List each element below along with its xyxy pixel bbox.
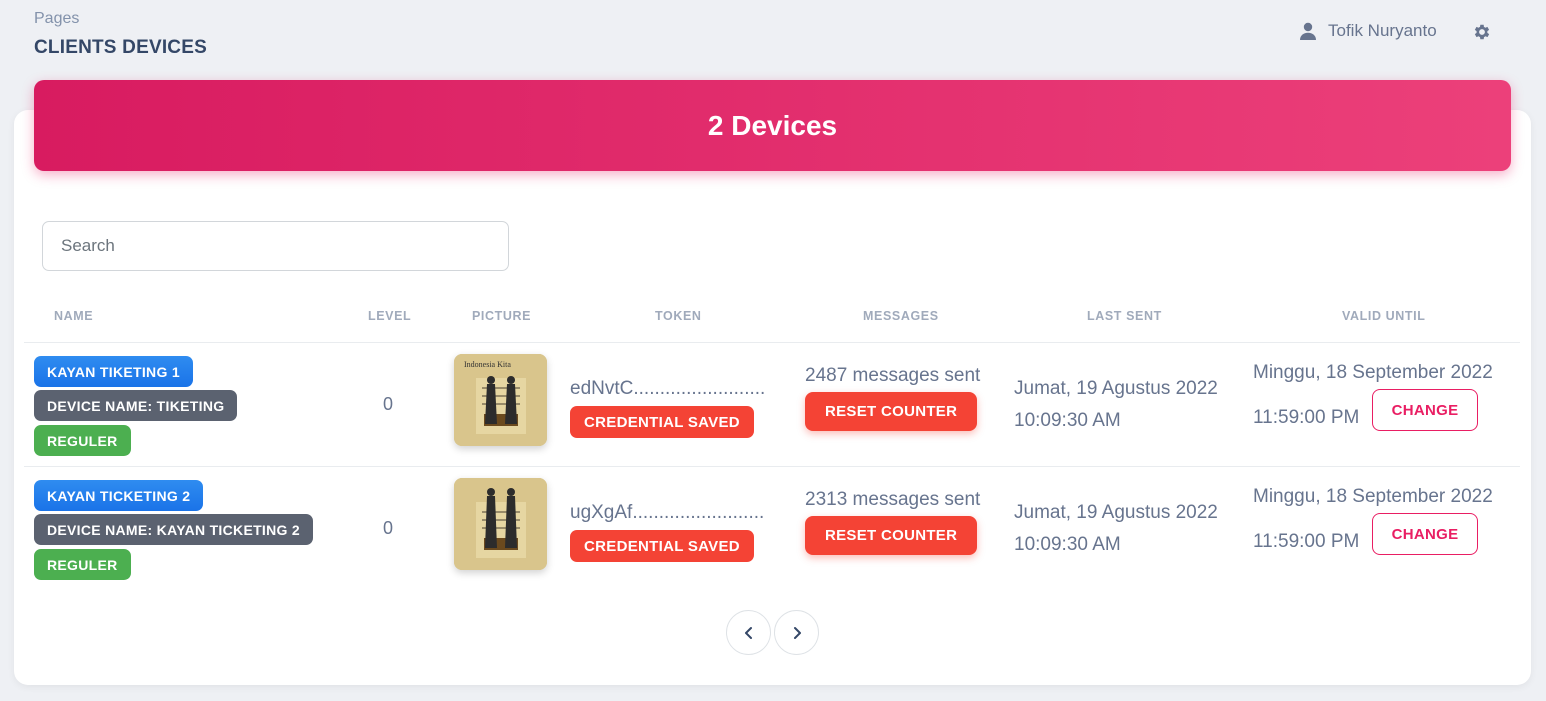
credential-badge: CREDENTIAL SAVED <box>570 530 754 562</box>
breadcrumb[interactable]: Pages <box>34 10 79 28</box>
change-button[interactable]: CHANGE <box>1372 513 1478 555</box>
device-level: 0 <box>382 518 393 538</box>
device-token: edNvtC......................... <box>570 378 766 399</box>
header-last-sent: LAST SENT <box>1087 309 1162 323</box>
header-token: TOKEN <box>655 309 702 323</box>
header-name: NAME <box>54 309 94 323</box>
device-name-badge: KAYAN TIKETING 1 <box>34 356 193 387</box>
device-picture-art <box>454 478 547 570</box>
device-type-badge: REGULER <box>34 549 131 580</box>
header-valid-until: VALID UNTIL <box>1342 309 1426 323</box>
messages-count: 2313 messages sent <box>805 489 981 510</box>
row-divider <box>24 466 1520 467</box>
devices-card <box>14 110 1531 685</box>
reset-counter-button[interactable]: RESET COUNTER <box>805 392 978 431</box>
devices-count-banner: 2 Devices <box>34 80 1511 171</box>
prev-page-button[interactable] <box>726 610 771 655</box>
last-sent-date: Jumat, 19 Agustus 2022 <box>1014 378 1218 399</box>
header-level: LEVEL <box>368 309 412 323</box>
picture-caption: Indonesia Kita <box>464 360 511 369</box>
device-level: 0 <box>382 394 393 414</box>
chevron-right-icon <box>793 626 801 639</box>
device-label-badge: DEVICE NAME: TIKETING <box>34 390 238 421</box>
device-label-badge: DEVICE NAME: KAYAN TICKETING 2 <box>34 514 314 545</box>
change-button[interactable]: CHANGE <box>1372 389 1478 431</box>
last-sent-time: 10:09:30 AM <box>1014 410 1121 431</box>
valid-until-date: Minggu, 18 September 2022 <box>1253 362 1493 383</box>
header-messages: MESSAGES <box>863 309 939 323</box>
devices-count: 2 Devices <box>707 109 838 141</box>
device-picture: Indonesia Kita <box>454 354 547 446</box>
device-type-badge: REGULER <box>34 425 131 456</box>
valid-until-time: 11:59:00 PM <box>1253 531 1360 552</box>
chevron-left-icon <box>744 626 752 639</box>
gear-icon[interactable] <box>1472 22 1492 42</box>
search-input[interactable] <box>42 221 509 271</box>
device-token: ugXgAf......................... <box>570 502 765 523</box>
next-page-button[interactable] <box>774 610 819 655</box>
device-picture <box>454 478 547 570</box>
credential-badge: CREDENTIAL SAVED <box>570 406 754 438</box>
device-name-badge: KAYAN TICKETING 2 <box>34 480 204 511</box>
header-picture: PICTURE <box>472 309 532 323</box>
valid-until-time: 11:59:00 PM <box>1253 407 1360 428</box>
valid-until-date: Minggu, 18 September 2022 <box>1253 486 1493 507</box>
user-icon <box>1300 22 1316 40</box>
user-name: Tofik Nuryanto <box>1328 21 1437 40</box>
last-sent-time: 10:09:30 AM <box>1014 534 1121 555</box>
messages-count: 2487 messages sent <box>805 365 981 386</box>
user-menu[interactable]: Tofik Nuryanto <box>1298 21 1437 41</box>
last-sent-date: Jumat, 19 Agustus 2022 <box>1014 502 1218 523</box>
reset-counter-button[interactable]: RESET COUNTER <box>805 516 978 555</box>
device-picture-art: Indonesia Kita <box>454 354 547 446</box>
row-divider <box>24 342 1520 343</box>
page-title: CLIENTS DEVICES <box>34 37 207 58</box>
